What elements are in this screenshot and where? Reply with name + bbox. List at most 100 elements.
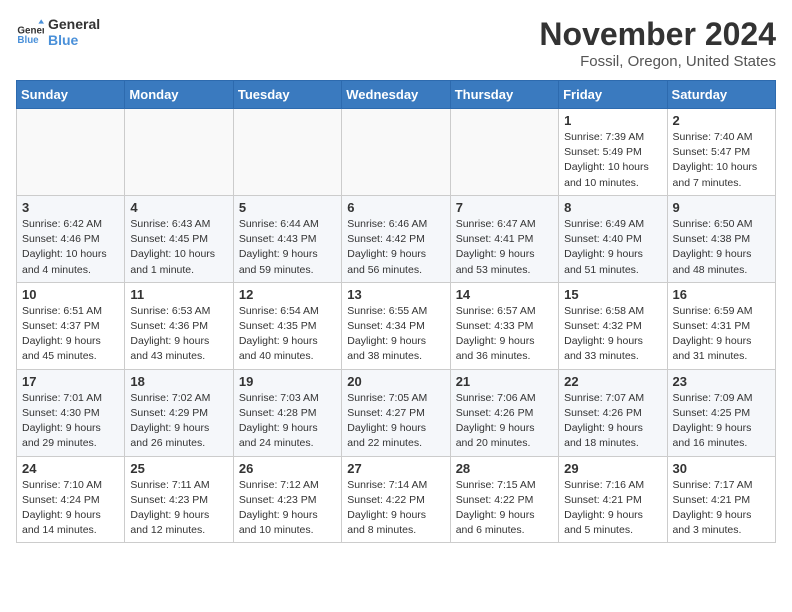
day-info: Sunrise: 6:47 AM Sunset: 4:41 PM Dayligh… [456,217,553,278]
day-number: 11 [130,287,227,302]
day-info: Sunrise: 7:05 AM Sunset: 4:27 PM Dayligh… [347,391,444,452]
calendar-cell: 26 Sunrise: 7:12 AM Sunset: 4:23 PM Dayli… [233,456,341,543]
calendar-cell: 19 Sunrise: 7:03 AM Sunset: 4:28 PM Dayli… [233,369,341,456]
header-thursday: Thursday [450,81,558,109]
day-info: Sunrise: 6:53 AM Sunset: 4:36 PM Dayligh… [130,304,227,365]
day-number: 18 [130,374,227,389]
logo-text-general: General [48,16,100,32]
day-number: 22 [564,374,661,389]
day-number: 6 [347,200,444,215]
day-info: Sunrise: 7:10 AM Sunset: 4:24 PM Dayligh… [22,478,119,539]
calendar-week-1: 3 Sunrise: 6:42 AM Sunset: 4:46 PM Daylig… [17,195,776,282]
calendar-cell: 8 Sunrise: 6:49 AM Sunset: 4:40 PM Daylig… [559,195,667,282]
calendar-cell: 12 Sunrise: 6:54 AM Sunset: 4:35 PM Dayli… [233,282,341,369]
day-number: 19 [239,374,336,389]
day-number: 14 [456,287,553,302]
day-info: Sunrise: 7:06 AM Sunset: 4:26 PM Dayligh… [456,391,553,452]
day-info: Sunrise: 6:46 AM Sunset: 4:42 PM Dayligh… [347,217,444,278]
calendar-cell: 4Sunrise: 6:43 AM Sunset: 4:45 PM Daylig… [125,195,233,282]
day-info: Sunrise: 6:43 AM Sunset: 4:45 PM Dayligh… [130,217,227,278]
day-number: 15 [564,287,661,302]
day-number: 17 [22,374,119,389]
calendar-cell: 6 Sunrise: 6:46 AM Sunset: 4:42 PM Daylig… [342,195,450,282]
calendar-cell [125,109,233,196]
day-info: Sunrise: 6:50 AM Sunset: 4:38 PM Dayligh… [673,217,770,278]
calendar-cell: 15 Sunrise: 6:58 AM Sunset: 4:32 PM Dayli… [559,282,667,369]
day-info: Sunrise: 7:11 AM Sunset: 4:23 PM Dayligh… [130,478,227,539]
day-info: Sunrise: 7:14 AM Sunset: 4:22 PM Dayligh… [347,478,444,539]
calendar-table: Sunday Monday Tuesday Wednesday Thursday… [16,80,776,543]
day-info: Sunrise: 7:16 AM Sunset: 4:21 PM Dayligh… [564,478,661,539]
day-info: Sunrise: 6:51 AM Sunset: 4:37 PM Dayligh… [22,304,119,365]
day-info: Sunrise: 7:12 AM Sunset: 4:23 PM Dayligh… [239,478,336,539]
calendar-cell: 17 Sunrise: 7:01 AM Sunset: 4:30 PM Dayli… [17,369,125,456]
day-number: 16 [673,287,770,302]
day-number: 21 [456,374,553,389]
logo-text-blue: Blue [48,32,100,48]
calendar-cell: 10 Sunrise: 6:51 AM Sunset: 4:37 PM Dayli… [17,282,125,369]
header-sunday: Sunday [17,81,125,109]
day-info: Sunrise: 7:03 AM Sunset: 4:28 PM Dayligh… [239,391,336,452]
calendar-week-4: 24 Sunrise: 7:10 AM Sunset: 4:24 PM Dayli… [17,456,776,543]
calendar-cell [342,109,450,196]
day-info: Sunrise: 7:39 AM Sunset: 5:49 PM Dayligh… [564,130,661,191]
day-info: Sunrise: 7:17 AM Sunset: 4:21 PM Dayligh… [673,478,770,539]
calendar-cell: 29 Sunrise: 7:16 AM Sunset: 4:21 PM Dayli… [559,456,667,543]
calendar-cell: 27 Sunrise: 7:14 AM Sunset: 4:22 PM Dayli… [342,456,450,543]
calendar-cell: 23Sunrise: 7:09 AM Sunset: 4:25 PM Dayli… [667,369,775,456]
calendar-cell [17,109,125,196]
calendar-cell: 16Sunrise: 6:59 AM Sunset: 4:31 PM Dayli… [667,282,775,369]
day-info: Sunrise: 7:07 AM Sunset: 4:26 PM Dayligh… [564,391,661,452]
day-number: 29 [564,461,661,476]
calendar-cell: 7 Sunrise: 6:47 AM Sunset: 4:41 PM Daylig… [450,195,558,282]
header-wednesday: Wednesday [342,81,450,109]
day-info: Sunrise: 6:44 AM Sunset: 4:43 PM Dayligh… [239,217,336,278]
calendar-cell: 14Sunrise: 6:57 AM Sunset: 4:33 PM Dayli… [450,282,558,369]
header-friday: Friday [559,81,667,109]
logo-icon: General Blue [16,18,44,46]
day-number: 7 [456,200,553,215]
page-header: General Blue General Blue November 2024 … [16,16,776,70]
day-info: Sunrise: 7:40 AM Sunset: 5:47 PM Dayligh… [673,130,770,191]
day-info: Sunrise: 6:58 AM Sunset: 4:32 PM Dayligh… [564,304,661,365]
day-number: 24 [22,461,119,476]
day-number: 8 [564,200,661,215]
calendar-cell [233,109,341,196]
day-info: Sunrise: 6:54 AM Sunset: 4:35 PM Dayligh… [239,304,336,365]
calendar-week-0: 1 Sunrise: 7:39 AM Sunset: 5:49 PM Daylig… [17,109,776,196]
day-number: 30 [673,461,770,476]
calendar-cell: 20 Sunrise: 7:05 AM Sunset: 4:27 PM Dayli… [342,369,450,456]
day-number: 20 [347,374,444,389]
month-title: November 2024 [539,16,776,53]
header-saturday: Saturday [667,81,775,109]
day-info: Sunrise: 6:42 AM Sunset: 4:46 PM Dayligh… [22,217,119,278]
day-info: Sunrise: 7:01 AM Sunset: 4:30 PM Dayligh… [22,391,119,452]
svg-text:Blue: Blue [17,35,39,46]
calendar-cell [450,109,558,196]
calendar-cell: 3 Sunrise: 6:42 AM Sunset: 4:46 PM Daylig… [17,195,125,282]
day-number: 1 [564,113,661,128]
day-number: 28 [456,461,553,476]
calendar-cell: 11 Sunrise: 6:53 AM Sunset: 4:36 PM Dayli… [125,282,233,369]
day-number: 9 [673,200,770,215]
day-number: 26 [239,461,336,476]
calendar-body: 1 Sunrise: 7:39 AM Sunset: 5:49 PM Daylig… [17,109,776,543]
calendar-cell: 30 Sunrise: 7:17 AM Sunset: 4:21 PM Dayli… [667,456,775,543]
day-number: 27 [347,461,444,476]
calendar-cell: 22 Sunrise: 7:07 AM Sunset: 4:26 PM Dayli… [559,369,667,456]
day-info: Sunrise: 7:09 AM Sunset: 4:25 PM Dayligh… [673,391,770,452]
calendar-cell: 1 Sunrise: 7:39 AM Sunset: 5:49 PM Daylig… [559,109,667,196]
calendar-cell: 13Sunrise: 6:55 AM Sunset: 4:34 PM Dayli… [342,282,450,369]
day-number: 25 [130,461,227,476]
calendar-week-3: 17 Sunrise: 7:01 AM Sunset: 4:30 PM Dayli… [17,369,776,456]
day-number: 2 [673,113,770,128]
calendar-cell: 28Sunrise: 7:15 AM Sunset: 4:22 PM Dayli… [450,456,558,543]
day-number: 10 [22,287,119,302]
title-area: November 2024 Fossil, Oregon, United Sta… [539,16,776,70]
location-title: Fossil, Oregon, United States [539,53,776,70]
day-number: 13 [347,287,444,302]
header-row: Sunday Monday Tuesday Wednesday Thursday… [17,81,776,109]
day-number: 12 [239,287,336,302]
day-info: Sunrise: 6:49 AM Sunset: 4:40 PM Dayligh… [564,217,661,278]
day-number: 3 [22,200,119,215]
